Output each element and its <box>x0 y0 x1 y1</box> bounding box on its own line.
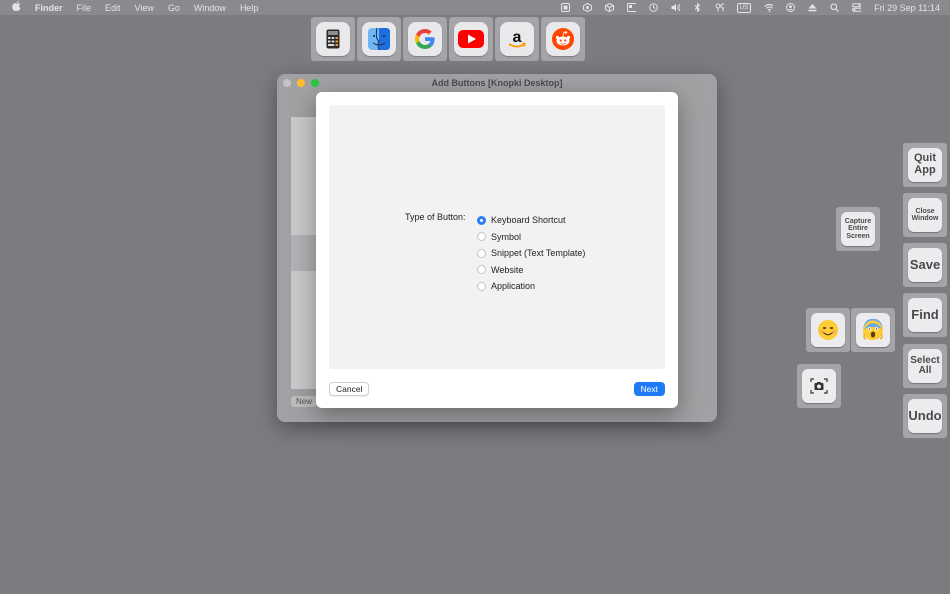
menu-file[interactable]: File <box>77 3 92 13</box>
wifi-icon[interactable] <box>764 3 774 12</box>
find-button[interactable]: Find <box>903 293 947 337</box>
calculator-app-button[interactable] <box>311 17 355 61</box>
reddit-icon <box>546 22 580 56</box>
menu-view[interactable]: View <box>135 3 154 13</box>
hexagon-status-icon[interactable] <box>582 3 592 12</box>
radio-label: Application <box>491 281 536 292</box>
capture-entire-screen-button[interactable]: Capture Entire Screen <box>836 207 880 251</box>
close-window-button[interactable]: Close Window <box>903 193 947 237</box>
menu-edit[interactable]: Edit <box>105 3 121 13</box>
apple-menu-icon[interactable] <box>12 1 21 14</box>
radio-keyboard-shortcut[interactable]: Keyboard Shortcut <box>477 212 585 229</box>
cube-status-icon[interactable] <box>604 3 614 12</box>
quit-app-button[interactable]: Quit App <box>903 143 947 187</box>
radio-indicator[interactable] <box>477 248 486 258</box>
button-type-sheet: Type of Button: Keyboard Shortcut Symbol… <box>316 92 678 408</box>
menu-bar: Finder File Edit View Go Window Help US … <box>0 0 950 15</box>
menu-go[interactable]: Go <box>168 3 180 13</box>
radio-label: Website <box>491 264 524 275</box>
radio-symbol[interactable]: Symbol <box>477 229 585 246</box>
sheet-content-panel: Type of Button: Keyboard Shortcut Symbol… <box>329 105 665 369</box>
close-window-label: Close Window <box>908 198 942 232</box>
radio-label: Snippet (Text Template) <box>491 248 586 259</box>
amazon-icon: a <box>500 22 534 56</box>
display-status-icon[interactable] <box>626 3 636 12</box>
save-label: Save <box>908 248 942 282</box>
spotlight-search-icon[interactable] <box>830 3 840 12</box>
youtube-website-button[interactable] <box>449 17 493 61</box>
menu-app-name[interactable]: Finder <box>35 3 63 13</box>
svg-text:a: a <box>513 29 522 46</box>
top-button-bar: a <box>311 17 585 61</box>
scream-emoji-button[interactable] <box>851 308 895 352</box>
radio-selected-indicator[interactable] <box>477 215 486 225</box>
amazon-website-button[interactable]: a <box>495 17 539 61</box>
undo-button[interactable]: Undo <box>903 394 947 438</box>
time-machine-icon[interactable] <box>648 3 658 12</box>
airpods-icon[interactable] <box>715 3 724 12</box>
menu-help[interactable]: Help <box>240 3 259 13</box>
select-all-button[interactable]: Select All <box>903 344 947 388</box>
button-type-radio-group: Keyboard Shortcut Symbol Snippet (Text T… <box>477 212 585 295</box>
finder-app-button[interactable] <box>357 17 401 61</box>
volume-icon[interactable] <box>671 3 680 12</box>
eject-icon[interactable] <box>808 3 817 12</box>
cancel-button[interactable]: Cancel <box>329 382 370 396</box>
type-of-button-label: Type of Button: <box>405 212 466 222</box>
finder-icon <box>362 22 396 56</box>
radio-indicator[interactable] <box>477 265 486 275</box>
calculator-icon <box>316 22 350 56</box>
knopki-status-icon[interactable] <box>560 3 570 12</box>
window-titlebar: Add Buttons [Knopki Desktop] <box>277 74 717 91</box>
quit-app-label: Quit App <box>908 148 942 182</box>
smile-emoji-icon <box>811 313 845 347</box>
menu-window[interactable]: Window <box>194 3 226 13</box>
google-website-button[interactable] <box>403 17 447 61</box>
user-account-icon[interactable] <box>786 3 796 12</box>
window-title: Add Buttons [Knopki Desktop] <box>431 77 563 88</box>
radio-snippet[interactable]: Snippet (Text Template) <box>477 245 585 262</box>
save-button[interactable]: Save <box>903 243 947 287</box>
youtube-icon <box>454 22 488 56</box>
find-label: Find <box>908 298 942 332</box>
smile-emoji-button[interactable] <box>806 308 850 352</box>
select-all-label: Select All <box>908 349 942 383</box>
control-center-icon[interactable] <box>852 3 862 12</box>
radio-website[interactable]: Website <box>477 262 585 279</box>
new-button[interactable]: New <box>291 396 318 407</box>
camera-screenshot-icon <box>802 369 836 403</box>
radio-label: Keyboard Shortcut <box>491 215 566 226</box>
undo-label: Undo <box>908 399 942 433</box>
bluetooth-icon[interactable] <box>693 3 702 12</box>
clock[interactable]: Fri 29 Sep 11:14 <box>874 3 940 13</box>
google-icon <box>408 22 442 56</box>
radio-indicator[interactable] <box>477 281 486 291</box>
scream-emoji-icon <box>856 313 890 347</box>
screenshot-button[interactable] <box>797 364 841 408</box>
capture-entire-screen-label: Capture Entire Screen <box>841 212 875 246</box>
next-button[interactable]: Next <box>633 382 665 396</box>
radio-label: Symbol <box>491 231 522 242</box>
radio-application[interactable]: Application <box>477 278 585 295</box>
reddit-website-button[interactable] <box>541 17 585 61</box>
radio-indicator[interactable] <box>477 232 486 242</box>
input-source-badge[interactable]: US <box>736 2 752 13</box>
